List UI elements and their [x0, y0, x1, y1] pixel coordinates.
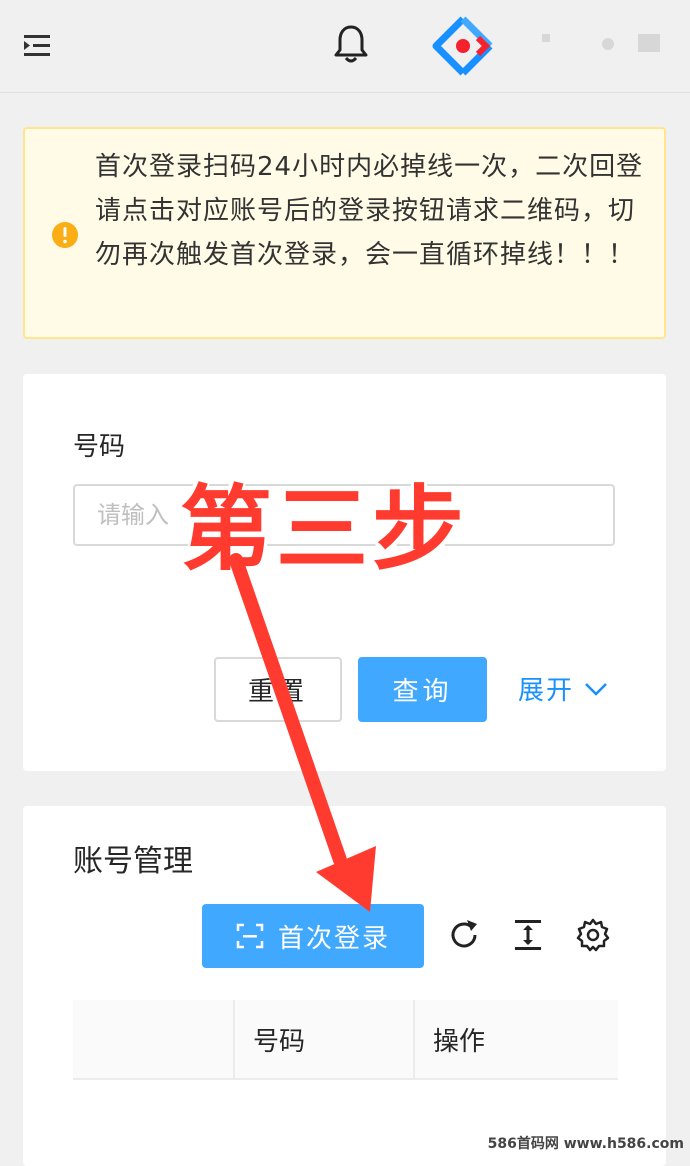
watermark: 586首码网 www.h586.com — [487, 1136, 684, 1152]
annotation-arrow — [229, 553, 376, 912]
